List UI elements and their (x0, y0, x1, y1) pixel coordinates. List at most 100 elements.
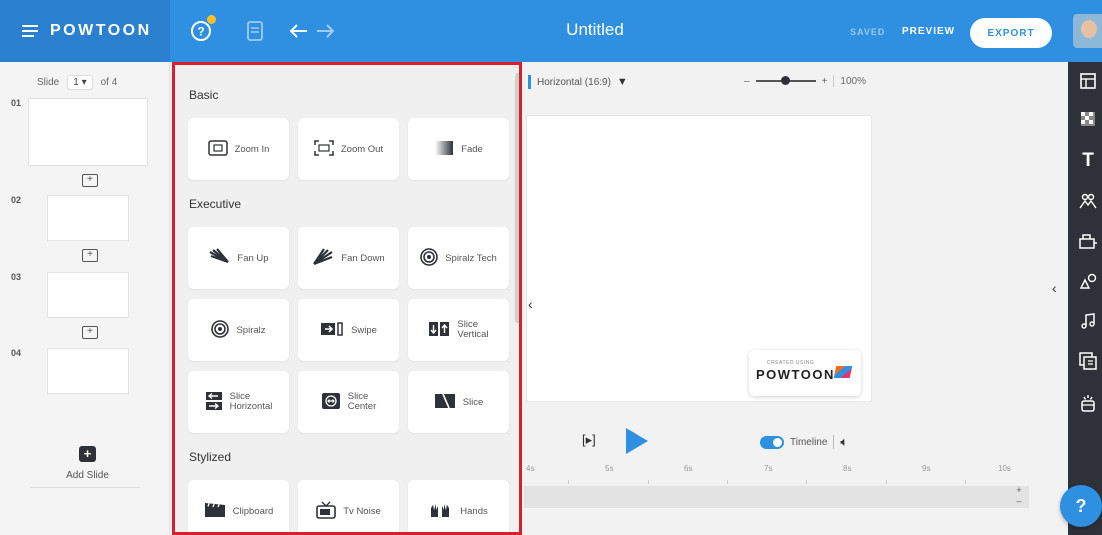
timeline-zoom-buttons: + – (1012, 485, 1026, 507)
transition-label: Spiralz Tech (445, 252, 497, 264)
layouts-icon[interactable] (1074, 68, 1102, 94)
transition-fan-down[interactable]: Fan Down (298, 227, 399, 289)
transition-swipe[interactable]: Swipe (298, 299, 399, 361)
undo-icon[interactable] (286, 18, 312, 44)
section-title: Stylized (189, 450, 232, 464)
transition-spiralz-tech[interactable]: Spiralz Tech (408, 227, 509, 289)
label-line: Horizontal (229, 401, 273, 412)
slice-icon (434, 393, 456, 412)
background-icon[interactable] (1074, 106, 1102, 132)
document-title[interactable]: Untitled (540, 20, 650, 40)
aspect-ratio-label: Horizontal (16:9) (537, 76, 611, 88)
add-slide-between-icon[interactable]: + (82, 326, 98, 339)
fan-up-icon (208, 247, 230, 269)
transition-label: Slice Horizontal (230, 392, 273, 412)
transition-slice-vertical[interactable]: Slice Vertical (408, 299, 509, 361)
watermark-caption: CREATED USING (767, 360, 815, 366)
section-title: Executive (189, 197, 242, 211)
shapes-icon[interactable] (1074, 268, 1102, 294)
tick-mark (727, 480, 728, 484)
menu-icon[interactable] (22, 25, 38, 37)
transition-zoom-out[interactable]: Zoom Out (298, 118, 399, 180)
props-icon[interactable] (1074, 228, 1102, 254)
transition-fan-up[interactable]: Fan Up (188, 227, 289, 289)
transition-fade[interactable]: Fade (408, 118, 509, 180)
redo-icon[interactable] (312, 18, 338, 44)
transition-label: Slice (462, 396, 484, 408)
slide-number: 01 (11, 98, 22, 108)
app-logo[interactable]: POWTOON (50, 22, 152, 40)
slide-thumbnail[interactable] (28, 98, 148, 166)
slide-select[interactable]: 1 ▾ (67, 75, 93, 90)
spiral-icon (420, 247, 439, 269)
timeline-zoom-out-button[interactable]: – (1012, 496, 1026, 507)
chevron-left-icon[interactable]: ‹ (1052, 280, 1057, 296)
transition-label: Hands (460, 505, 488, 517)
tick-label: 10s (998, 464, 1011, 473)
transition-spiralz[interactable]: Spiralz (188, 299, 289, 361)
transitions-panel: Basic Zoom In Zoom Out Fade Executive Fa… (172, 62, 522, 535)
zoom-in-button[interactable]: + (822, 76, 828, 87)
preview-frame-button[interactable]: [▸] (582, 432, 596, 448)
avatar[interactable] (1073, 14, 1102, 48)
spiral-icon (211, 319, 230, 341)
transition-hands[interactable]: Hands (408, 480, 509, 532)
transition-slice[interactable]: Slice (408, 371, 509, 433)
help-tips-icon[interactable]: ? (188, 15, 216, 44)
transition-label: Swipe (351, 324, 377, 336)
zoom-out-button[interactable]: – (744, 76, 750, 87)
transition-label: Clipboard (232, 505, 274, 517)
tick-label: 5s (605, 464, 614, 473)
text-icon[interactable]: T (1074, 148, 1102, 174)
section-title: Basic (189, 88, 219, 102)
media-icon[interactable] (1074, 348, 1102, 374)
panel-scrollbar[interactable] (515, 73, 519, 323)
play-icon[interactable] (626, 428, 648, 454)
top-bar: POWTOON ? Untitled SAVED PREVIEW EXPORT (0, 0, 1102, 62)
aspect-accent (528, 75, 531, 89)
svg-text:?: ? (197, 25, 204, 39)
swipe-icon (320, 321, 344, 340)
tick-label: 4s (526, 464, 535, 473)
music-icon[interactable] (1074, 308, 1102, 334)
transition-zoom-in[interactable]: Zoom In (188, 118, 289, 180)
chevron-left-icon[interactable]: ‹ (528, 296, 533, 312)
help-button[interactable]: ? (1060, 485, 1102, 527)
powtoon-watermark: CREATED USING POWTOON (749, 350, 861, 396)
timeline-toggle[interactable] (760, 435, 784, 449)
slide-thumbnail[interactable] (47, 195, 129, 241)
slide-number: 02 (11, 195, 22, 205)
transition-slice-center[interactable]: Slice Center (298, 371, 399, 433)
slice-vertical-icon (428, 321, 450, 340)
tick-mark (806, 480, 807, 484)
slide-thumbnail[interactable] (47, 348, 129, 394)
timeline-track[interactable] (524, 486, 1029, 508)
speaker-icon[interactable]: 🔈︎ (840, 434, 848, 450)
notes-icon[interactable] (242, 18, 268, 44)
timeline-zoom-in-button[interactable]: + (1012, 485, 1026, 496)
transitions-icon[interactable] (1074, 390, 1102, 416)
transition-label: Zoom In (234, 143, 270, 155)
powtoon-flag-icon (833, 366, 853, 378)
preview-button[interactable]: PREVIEW (902, 26, 955, 37)
watermark-logo: POWTOON (756, 367, 835, 382)
add-slide-between-icon[interactable]: + (82, 249, 98, 262)
transition-label: Fade (461, 143, 483, 155)
zoom-slider-handle[interactable] (781, 76, 791, 86)
aspect-ratio-select[interactable]: Horizontal (16:9) ▼ (528, 75, 628, 89)
characters-icon[interactable] (1074, 188, 1102, 214)
zoom-out-icon (314, 139, 334, 159)
hands-icon (429, 502, 453, 521)
export-button[interactable]: EXPORT (970, 18, 1052, 48)
right-toolbar: T (1068, 62, 1102, 535)
transition-tv-noise[interactable]: Tv Noise (298, 480, 399, 532)
slide-thumbnail[interactable] (47, 272, 129, 318)
zoom-slider[interactable] (755, 76, 816, 86)
transition-slice-horizontal[interactable]: Slice Horizontal (188, 371, 289, 433)
add-slide-between-icon[interactable]: + (82, 174, 98, 187)
add-slide-button[interactable]: Add Slide (50, 470, 125, 481)
slide-canvas[interactable]: CREATED USING POWTOON (526, 115, 872, 402)
transition-clipboard[interactable]: Clipboard (188, 480, 289, 532)
tick-mark (965, 480, 966, 484)
add-slide-icon[interactable]: + (79, 446, 96, 462)
